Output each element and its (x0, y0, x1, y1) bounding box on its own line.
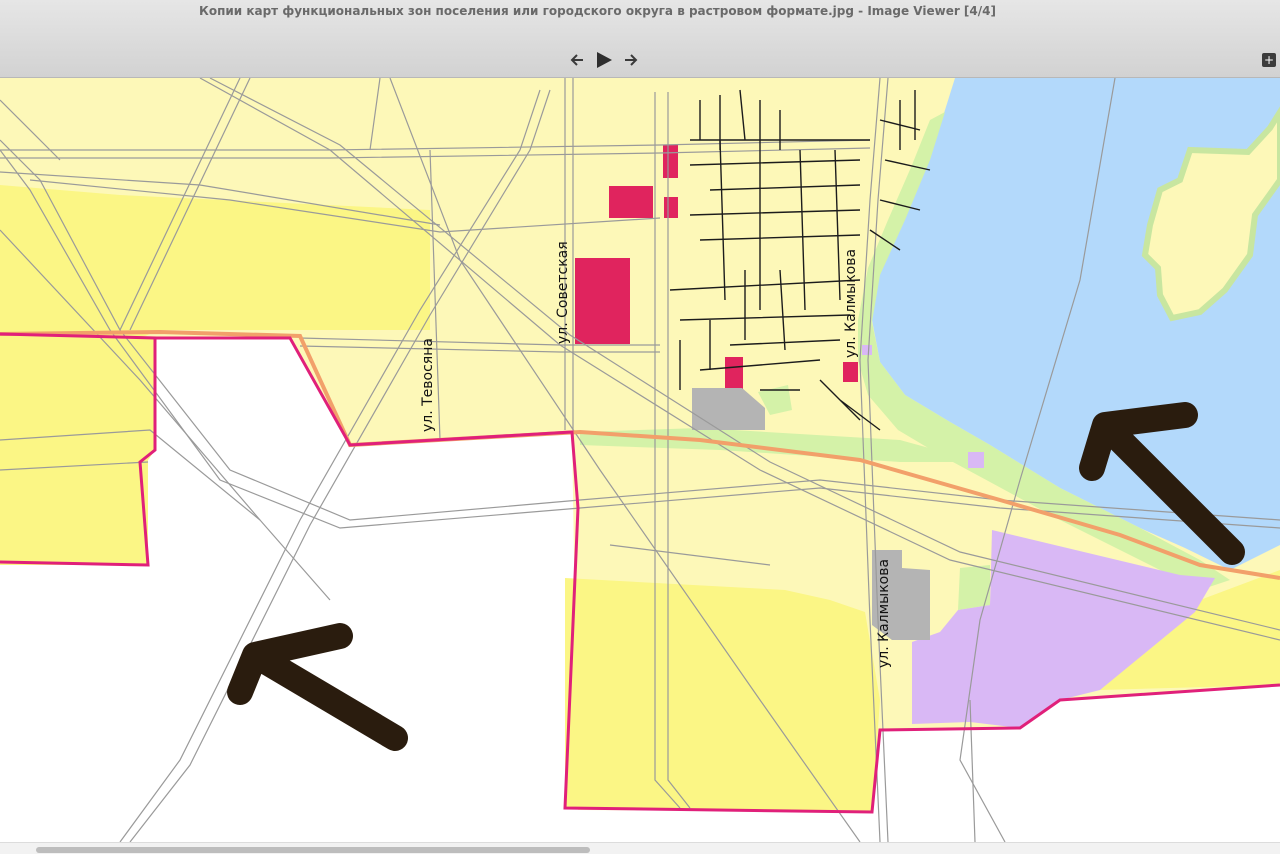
public-business-zone (663, 145, 678, 178)
scrollbar-thumb[interactable] (36, 847, 590, 853)
street-label-kalmykova: ул. Калмыкова (843, 249, 859, 358)
street-label-kalmykova: ул. Калмыкова (876, 559, 892, 668)
arrow-right-icon[interactable] (620, 48, 642, 72)
agricultural-zone (0, 185, 430, 338)
street-label-tevosyana: ул. Тевосяна (420, 338, 436, 432)
horizontal-scrollbar[interactable] (0, 842, 1280, 854)
window-titlebar: Копии карт функциональных зон поселения … (0, 0, 1280, 78)
play-icon[interactable] (588, 48, 620, 72)
image-canvas: ул. Тевосяна ул. Советская ул. Калмыкова… (0, 78, 1280, 842)
public-business-zone (609, 186, 653, 218)
arrow-left-icon[interactable] (566, 48, 588, 72)
agricultural-zone (0, 338, 155, 565)
public-business-zone (843, 362, 858, 382)
plus-icon[interactable]: + (1262, 53, 1276, 67)
public-business-zone (725, 357, 743, 389)
map-image: ул. Тевосяна ул. Советская ул. Калмыкова… (0, 78, 1280, 842)
industrial-zone (968, 452, 984, 468)
agricultural-zone (565, 578, 880, 812)
public-business-zone (575, 258, 630, 344)
industrial-zone (862, 345, 872, 355)
navigation-controls (566, 47, 642, 73)
window-title: Копии карт функциональных зон поселения … (199, 4, 996, 18)
street-label-sovetskaya: ул. Советская (555, 241, 571, 344)
public-business-zone (664, 197, 678, 218)
